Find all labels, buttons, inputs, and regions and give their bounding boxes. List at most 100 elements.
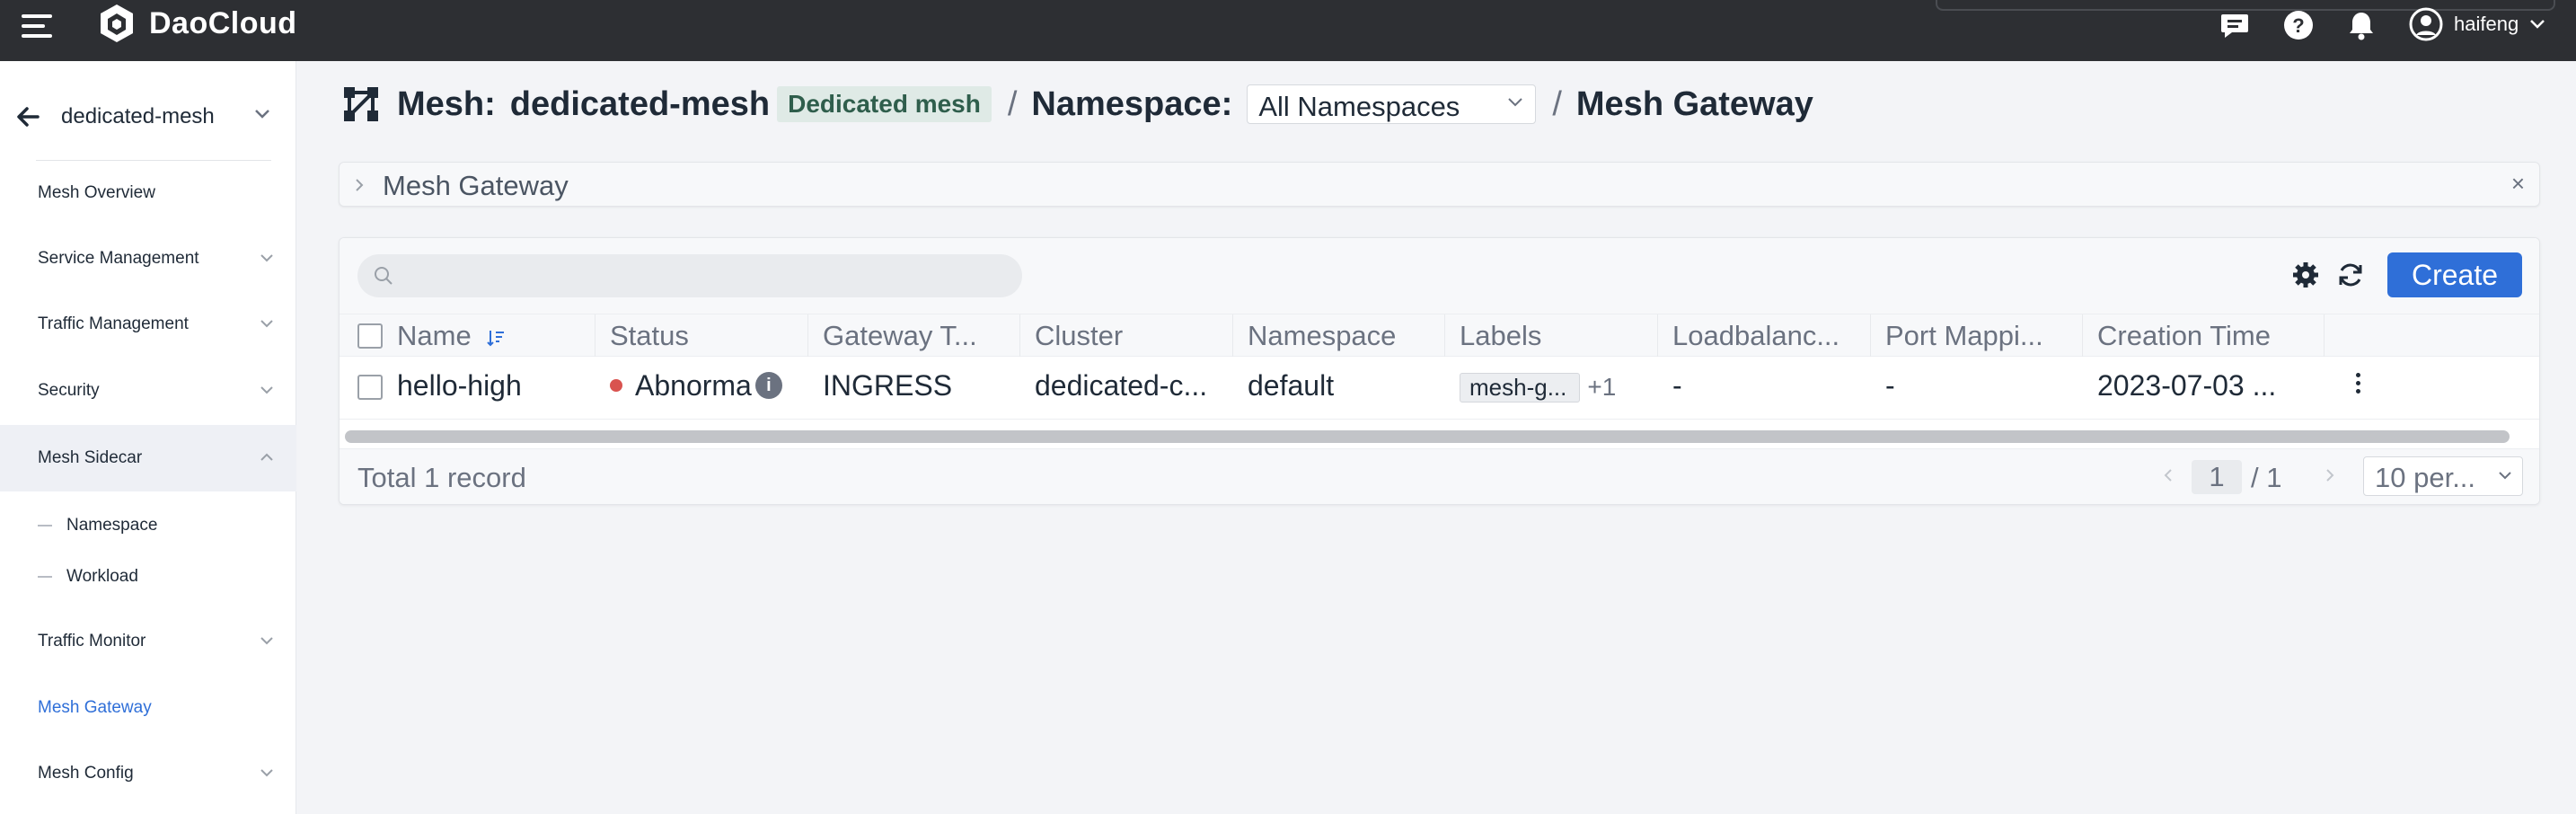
mesh-prefix: Mesh: [397,84,496,123]
mesh-name: dedicated-mesh [61,104,215,128]
chevron-right-icon [356,179,364,191]
sidebar-item-label: Namespace [66,516,158,535]
sidebar-item-label: Mesh Overview [38,183,155,202]
column-header-cluster[interactable]: Cluster [1020,314,1233,358]
chevron-down-icon [2530,20,2545,29]
chevron-down-icon [255,110,269,119]
close-icon[interactable]: × [2511,170,2525,198]
sidebar-item-label: Mesh Sidecar [38,448,143,467]
chevron-down-icon [1508,98,1523,107]
column-header-namespace[interactable]: Namespace [1233,314,1445,358]
sidebar-item-mesh-overview[interactable]: Mesh Overview [0,160,296,226]
sidebar-item-label: Service Management [38,249,199,268]
sidebar-item-label: Traffic Monitor [38,632,146,650]
gateway-loadbalancer: - [1672,369,1682,402]
gateway-status: Abnorma i [595,369,808,403]
avatar-icon [2409,7,2443,41]
user-menu[interactable]: haifeng [2409,7,2545,41]
status-error-dot [610,378,622,392]
help-icon[interactable]: ? [2282,9,2315,41]
sidebar-item-label: Mesh Config [38,764,134,783]
sort-icon[interactable] [486,328,506,348]
chevron-down-icon [260,637,273,645]
user-name: haifeng [2454,13,2519,35]
column-header-labels[interactable]: Labels [1445,314,1658,358]
gateway-type: INGRESS [823,369,953,402]
dash [38,576,52,578]
more-labels-count[interactable]: +1 [1587,373,1616,401]
message-icon[interactable] [2219,9,2251,41]
prev-page-icon[interactable] [2163,467,2174,483]
back-arrow-icon[interactable] [14,103,41,130]
refresh-icon[interactable] [2335,260,2366,290]
sidebar-item-traffic-monitor[interactable]: Traffic Monitor [0,608,296,675]
namespace-select-value: All Namespaces [1258,91,1460,122]
next-page-icon[interactable] [2325,467,2335,483]
column-header-loadbalancer[interactable]: Loadbalanc... [1658,314,1871,358]
breadcrumb-separator: / [1552,84,1562,123]
row-checkbox[interactable] [357,375,383,400]
gateway-namespace: default [1248,369,1335,402]
sidebar-item-security[interactable]: Security [0,358,296,424]
mesh-name-link[interactable]: dedicated-mesh [510,85,770,124]
sidebar-subitem-namespace[interactable]: Namespace [0,500,296,551]
page-size-select[interactable]: 10 per... [2363,456,2523,496]
page-size-value: 10 per... [2375,462,2476,493]
sidebar-item-mesh-gateway[interactable]: Mesh Gateway [0,675,296,741]
table-row[interactable]: hello-high Abnorma i INGRESS dedicated-c.… [340,357,2539,420]
chevron-down-icon [2499,472,2511,480]
sidebar-item-traffic-management[interactable]: Traffic Management [0,291,296,358]
gateway-creation-time: 2023-07-03 ... [2097,369,2277,402]
mesh-topology-icon [344,87,378,121]
chevron-up-icon [260,453,273,461]
breadcrumb: Mesh: dedicated-mesh Dedicated mesh / Na… [341,79,1813,129]
dash [38,525,52,526]
info-icon[interactable]: i [754,371,782,399]
logo[interactable]: DaoCloud [97,0,297,47]
search-icon [375,267,393,285]
sidebar: dedicated-mesh Mesh Overview Service Man… [0,61,296,814]
svg-text:?: ? [2292,14,2304,37]
horizontal-scrollbar[interactable] [345,430,2510,443]
notification-bell-icon[interactable] [2345,9,2378,41]
column-header-creation-time[interactable]: Creation Time [2083,314,2325,358]
column-header-status[interactable]: Status [595,314,808,358]
namespace-select[interactable]: All Namespaces [1247,84,1537,124]
create-button[interactable]: Create [2387,252,2522,297]
search-box[interactable] [357,254,1022,297]
sidebar-item-label: Mesh Gateway [38,698,152,717]
chevron-down-icon [260,386,273,394]
sidebar-item-label: Traffic Management [38,314,189,333]
mesh-selector[interactable]: dedicated-mesh [0,88,296,147]
gateway-name[interactable]: hello-high [383,369,595,403]
column-header-label: Name [397,320,472,351]
table-toolbar: Create [340,238,2539,314]
column-header-gateway-type[interactable]: Gateway T... [808,314,1020,358]
menu-icon[interactable] [22,13,52,40]
search-input[interactable] [402,260,1004,292]
chevron-down-icon [260,254,273,262]
sidebar-item-service-management[interactable]: Service Management [0,226,296,292]
current-page-input[interactable]: 1 [2192,460,2242,494]
column-header-port-mapping[interactable]: Port Mappi... [1871,314,2083,358]
sidebar-item-mesh-sidecar[interactable]: Mesh Sidecar [0,425,296,491]
info-panel[interactable]: Mesh Gateway × [339,162,2540,207]
sidebar-item-mesh-config[interactable]: Mesh Config [0,740,296,807]
sidebar-item-label: Workload [66,567,138,586]
chevron-down-icon [260,320,273,328]
sidebar-subitem-workload[interactable]: Workload [0,552,296,602]
more-actions-icon[interactable] [2354,373,2361,400]
chevron-down-icon [260,769,273,777]
status-text: Abnorma [635,369,752,402]
top-bar: DaoCloud ? haifeng [0,0,2576,61]
total-records: Total 1 record [357,462,526,493]
label-tag: mesh-g... [1460,373,1581,403]
select-all-checkbox[interactable] [357,323,383,349]
mesh-type-badge: Dedicated mesh [777,86,992,122]
table-header: Name Status Gateway T... Cluster Namespa… [340,314,2539,358]
gateway-labels: mesh-g... +1 [1445,369,1658,403]
gateway-cluster: dedicated-c... [1035,369,1208,402]
namespace-prefix: Namespace: [1031,84,1233,123]
settings-gear-icon[interactable] [2290,260,2321,290]
column-header-name[interactable]: Name [383,314,595,358]
